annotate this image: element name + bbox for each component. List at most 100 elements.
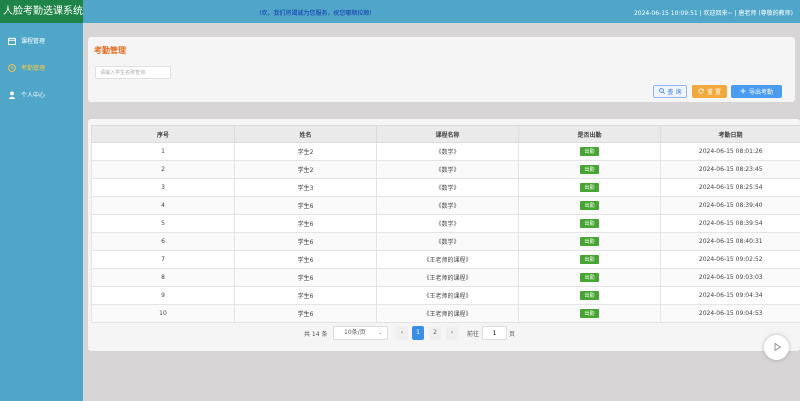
table-row[interactable]: 5 学生6 《数学》 出勤 2024-06-15 08:39:54 <box>91 214 800 233</box>
query-button[interactable]: 查 询 <box>653 85 687 98</box>
table-row[interactable]: 2 学生2 《数学》 出勤 2024-06-15 08:23:45 <box>91 160 800 179</box>
pagination: 共 14 条 10条/页 ⌄ ‹ 1 2 › 前往 页 <box>88 326 800 340</box>
cell-course: 《王老师的课程》 <box>376 286 519 305</box>
cell-name: 学生2 <box>234 142 377 161</box>
cell-no: 7 <box>91 250 235 269</box>
export-attendance-button[interactable]: 导出考勤 <box>731 85 782 98</box>
sidebar-item-label: 个人中心 <box>21 92 46 99</box>
sidebar-item-label: 课程管理 <box>21 38 46 45</box>
status-badge: 出勤 <box>580 219 599 228</box>
page-button-1[interactable]: 1 <box>412 326 424 340</box>
table-row[interactable]: 1 学生2 《数学》 出勤 2024-06-15 08:01:26 <box>91 142 800 161</box>
status-badge: 出勤 <box>580 201 599 210</box>
table-row[interactable]: 10 学生6 《王老师的课程》 出勤 2024-06-15 09:04:53 <box>91 304 800 323</box>
cell-course: 《数学》 <box>376 142 519 161</box>
top-header: !欢，我们将竭诚为您服务，祝您哪顺拉顺! 2024-06-15 10:09:51… <box>83 0 800 23</box>
table-row[interactable]: 3 学生3 《数学》 出勤 2024-06-15 08:25:54 <box>91 178 800 197</box>
reset-button-label: 重 置 <box>707 89 721 96</box>
table-row[interactable]: 4 学生6 《数学》 出勤 2024-06-15 08:39:40 <box>91 196 800 215</box>
table-row[interactable]: 8 学生6 《王老师的课程》 出勤 2024-06-15 09:03:03 <box>91 268 800 287</box>
cell-name: 学生6 <box>234 196 377 215</box>
page-title: 考勤管理 <box>94 46 126 55</box>
search-input[interactable] <box>95 66 171 79</box>
page-size-value: 10条/页 <box>344 329 366 336</box>
cell-name: 学生6 <box>234 232 377 251</box>
status-badge: 出勤 <box>580 291 599 300</box>
table-header-row: 序号 姓名 课程名称 是否出勤 考勤日期 <box>91 125 800 143</box>
attendance-table: 序号 姓名 课程名称 是否出勤 考勤日期 1 学生2 《数学》 出勤 2024-06-1… <box>91 125 800 323</box>
chevron-down-icon: ⌄ <box>377 329 383 336</box>
cell-name: 学生2 <box>234 160 377 179</box>
cell-course: 《数学》 <box>376 178 519 197</box>
query-button-label: 查 询 <box>667 89 682 96</box>
cell-course: 《数学》 <box>376 214 519 233</box>
cell-no: 5 <box>91 214 235 233</box>
cell-name: 学生3 <box>234 178 377 197</box>
cell-date: 2024-06-15 08:01:26 <box>660 142 800 161</box>
table-row[interactable]: 6 学生6 《数学》 出勤 2024-06-15 08:40:31 <box>91 232 800 251</box>
goto-page-input[interactable] <box>482 326 507 340</box>
cell-course: 《王老师的课程》 <box>376 304 519 323</box>
status-badge: 出勤 <box>580 183 599 192</box>
sidebar-item-label: 考勤管理 <box>21 65 46 72</box>
cell-no: 2 <box>91 160 235 179</box>
user-icon <box>8 91 16 99</box>
prev-page-button[interactable]: ‹ <box>396 326 408 340</box>
cell-date: 2024-06-15 08:25:54 <box>660 178 800 197</box>
cell-date: 2024-06-15 09:02:52 <box>660 250 800 269</box>
cell-no: 4 <box>91 196 235 215</box>
play-icon <box>772 342 782 354</box>
column-header[interactable]: 课程名称 <box>376 125 519 143</box>
cell-course: 《数学》 <box>376 160 519 179</box>
table-row[interactable]: 7 学生6 《王老师的课程》 出勤 2024-06-15 09:02:52 <box>91 250 800 269</box>
cell-date: 2024-06-15 08:39:54 <box>660 214 800 233</box>
welcome-marquee: !欢，我们将竭诚为您服务，祝您哪顺拉顺! <box>259 10 372 17</box>
cell-no: 6 <box>91 232 235 251</box>
cell-no: 9 <box>91 286 235 305</box>
search-icon <box>658 87 665 96</box>
status-badge: 出勤 <box>580 147 599 156</box>
column-header[interactable]: 姓名 <box>234 125 377 143</box>
column-header[interactable]: 序号 <box>91 125 235 143</box>
play-button[interactable] <box>764 335 789 360</box>
table-row[interactable]: 9 学生6 《王老师的课程》 出勤 2024-06-15 09:04:34 <box>91 286 800 305</box>
user-info[interactable]: 2024-06-15 10:09:51 | 欢迎回来~ | 唐老师 (尊敬的教师… <box>634 8 793 17</box>
sidebar-item-course-management[interactable]: 课程管理 <box>0 27 83 54</box>
cell-course: 《数学》 <box>376 196 519 215</box>
cell-date: 2024-06-15 08:23:45 <box>660 160 800 179</box>
sidebar-item-personal-center[interactable]: 个人中心 <box>0 81 83 108</box>
sidebar-item-attendance-management[interactable]: 考勤管理 <box>0 54 83 81</box>
cell-date: 2024-06-15 09:03:03 <box>660 268 800 287</box>
app-title: 人脸考勤选课系统 <box>0 0 83 23</box>
goto-unit: 页 <box>509 331 516 338</box>
page-size-select[interactable]: 10条/页 ⌄ <box>333 326 388 340</box>
cell-name: 学生6 <box>234 286 377 305</box>
reset-button[interactable]: 重 置 <box>692 85 727 98</box>
next-page-button[interactable]: › <box>446 326 458 340</box>
status-badge: 出勤 <box>580 165 599 174</box>
cell-no: 3 <box>91 178 235 197</box>
calendar-icon <box>8 37 16 45</box>
filter-panel: 考勤管理 查 询 重 置 导出考勤 <box>88 37 795 102</box>
plus-icon <box>740 88 746 96</box>
column-header[interactable]: 是否出勤 <box>518 125 661 143</box>
status-badge: 出勤 <box>580 273 599 282</box>
cell-no: 10 <box>91 304 235 323</box>
cell-course: 《王老师的课程》 <box>376 250 519 269</box>
column-header[interactable]: 考勤日期 <box>660 125 800 143</box>
cell-no: 8 <box>91 268 235 287</box>
refresh-icon <box>698 88 704 96</box>
cell-date: 2024-06-15 09:04:53 <box>660 304 800 323</box>
total-count: 共 14 条 <box>304 331 328 338</box>
status-badge: 出勤 <box>580 255 599 264</box>
export-button-label: 导出考勤 <box>748 89 773 96</box>
cell-name: 学生6 <box>234 268 377 287</box>
cell-name: 学生6 <box>234 304 377 323</box>
cell-name: 学生6 <box>234 214 377 233</box>
goto-label: 前往 <box>467 331 480 338</box>
sidebar: 人脸考勤选课系统 课程管理 考勤管理 个人中心 <box>0 0 83 401</box>
cell-course: 《数学》 <box>376 232 519 251</box>
status-badge: 出勤 <box>580 309 599 318</box>
page-button-2[interactable]: 2 <box>429 326 441 340</box>
cell-course: 《王老师的课程》 <box>376 268 519 287</box>
